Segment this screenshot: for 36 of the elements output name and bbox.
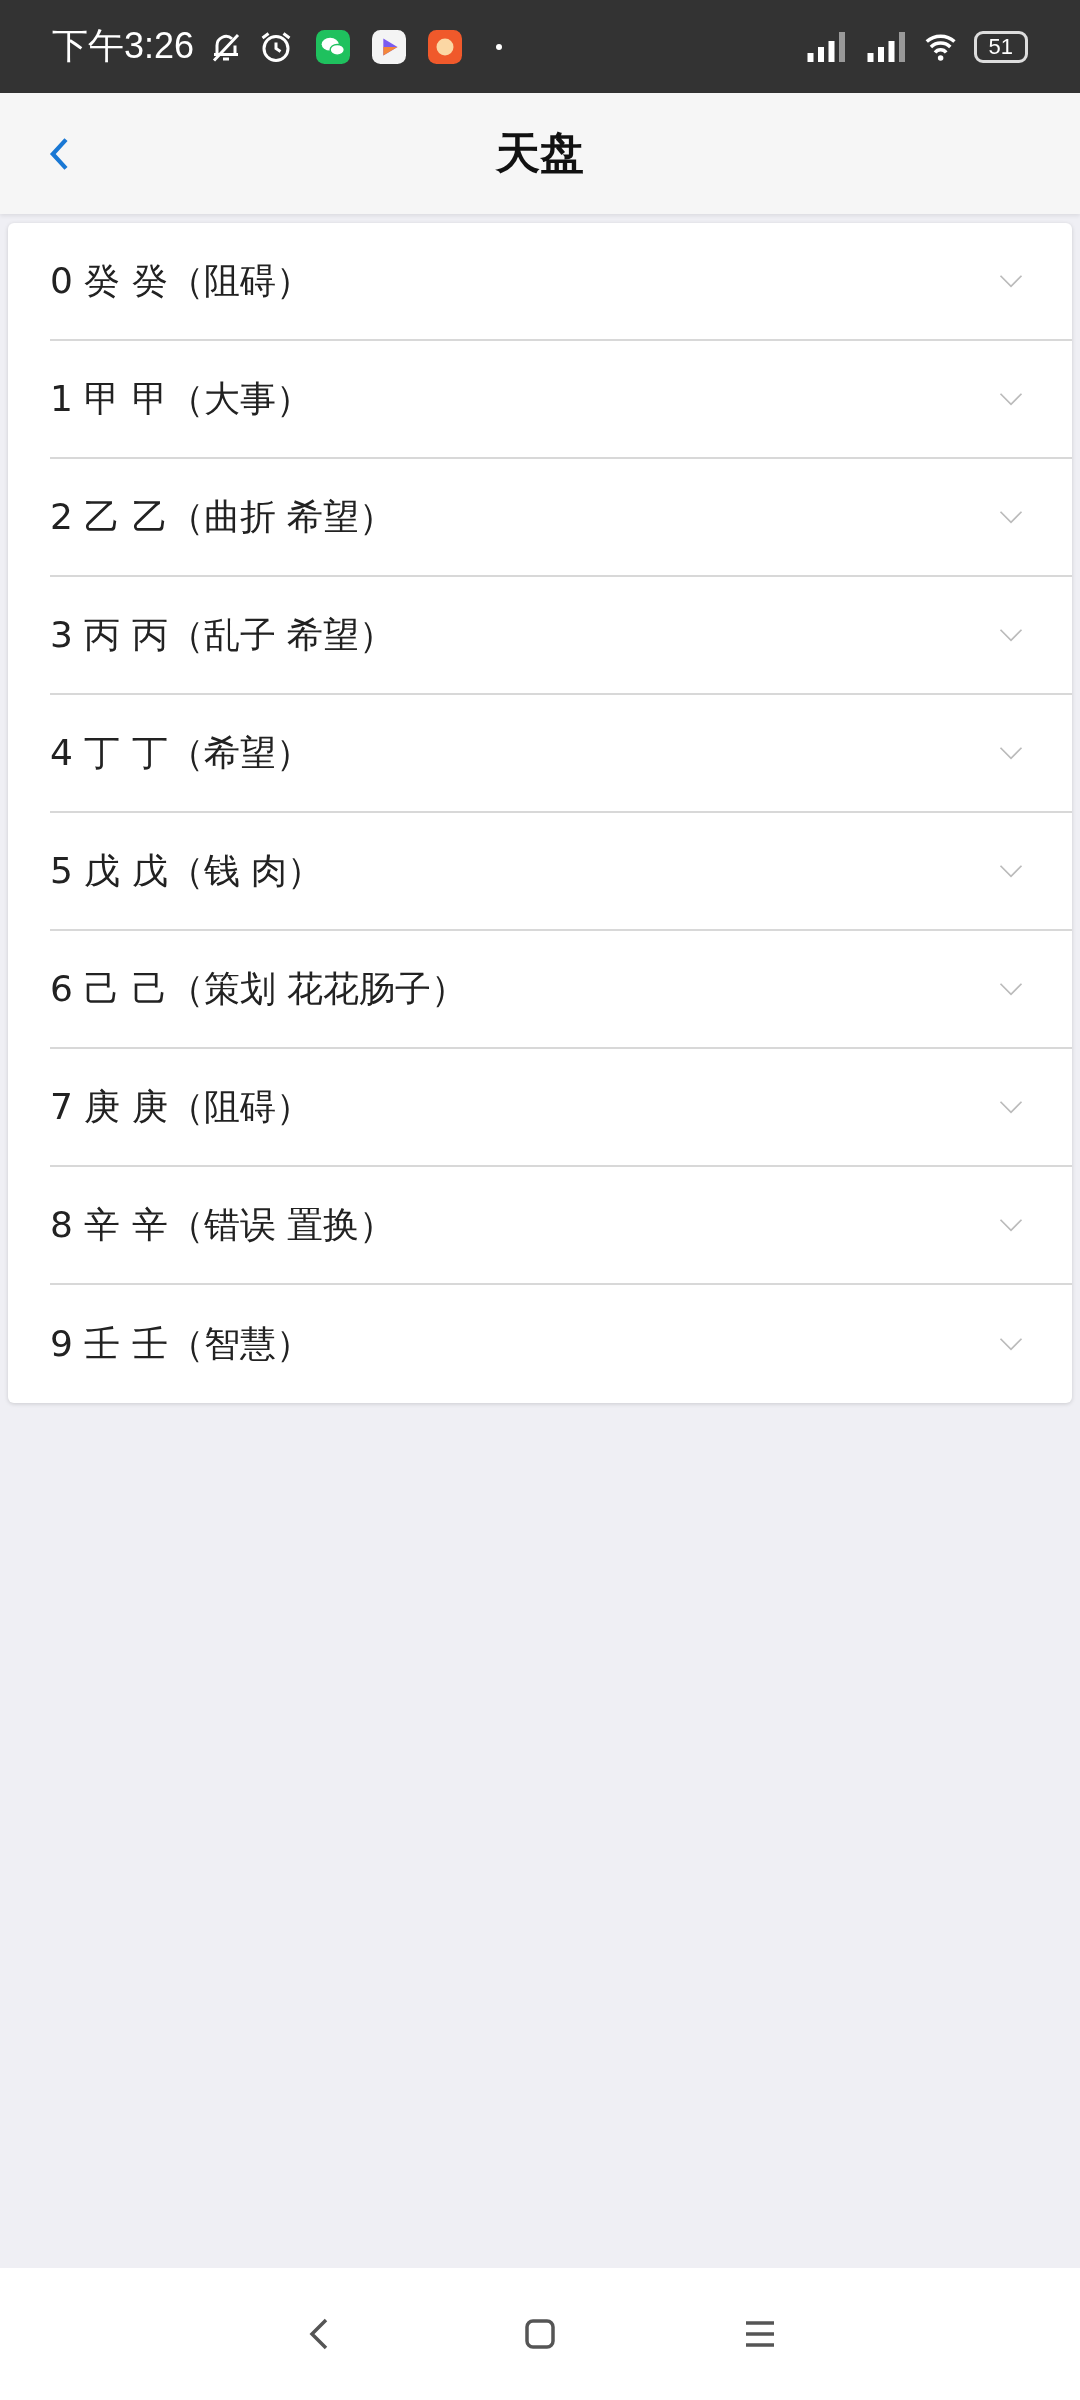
chevron-icon [998, 1218, 1024, 1232]
list-item[interactable]: 1 甲 甲（大事） [50, 341, 1072, 459]
list-item[interactable]: 8 辛 辛（错误 置换） [50, 1167, 1072, 1285]
list-item[interactable]: 3 丙 丙（乱子 希望） [50, 577, 1072, 695]
chevron-icon [998, 1100, 1024, 1114]
list-item[interactable]: 9 壬 壬（智慧） [50, 1285, 1072, 1403]
chat-app-icon [316, 29, 351, 64]
item-label: 9 壬 壬（智慧） [50, 1321, 312, 1366]
clock-time: 下午3:26 [52, 24, 195, 68]
list-item[interactable]: 6 己 己（策划 花花肠子） [50, 931, 1072, 1049]
chevron-icon [998, 1337, 1024, 1351]
item-label: 8 辛 辛（错误 置换） [50, 1202, 396, 1247]
battery-indicator: 51 [973, 30, 1028, 63]
chevron-icon [998, 628, 1024, 642]
page-title: 天盘 [496, 126, 584, 180]
item-label: 6 己 己（策划 花花肠子） [50, 966, 468, 1011]
chevron-icon [998, 274, 1024, 288]
list-item[interactable]: 5 戊 戊（钱 肉） [50, 813, 1072, 931]
item-label: 5 戊 戊（钱 肉） [50, 848, 324, 893]
item-label: 0 癸 癸（阻碍） [50, 258, 312, 303]
chevron-icon [998, 392, 1024, 406]
item-label: 2 乙 乙（曲折 希望） [50, 494, 396, 539]
item-label: 4 丁 丁（希望） [50, 730, 312, 775]
item-label: 1 甲 甲（大事） [50, 376, 312, 421]
chevron-icon [998, 864, 1024, 878]
list-item[interactable]: 7 庚 庚（阻碍） [50, 1049, 1072, 1167]
list-item[interactable]: 2 乙 乙（曲折 希望） [50, 459, 1072, 577]
chevron-icon [998, 510, 1024, 524]
list-item[interactable]: 0 癸 癸（阻碍） [50, 223, 1072, 341]
chevron-icon [998, 746, 1024, 760]
item-label: 3 丙 丙（乱子 希望） [50, 612, 396, 657]
notification-dot-icon [496, 43, 503, 50]
list-item[interactable]: 4 丁 丁（希望） [50, 695, 1072, 813]
chevron-icon [998, 982, 1024, 996]
item-label: 7 庚 庚（阻碍） [50, 1084, 312, 1129]
play-app-icon [372, 29, 407, 64]
